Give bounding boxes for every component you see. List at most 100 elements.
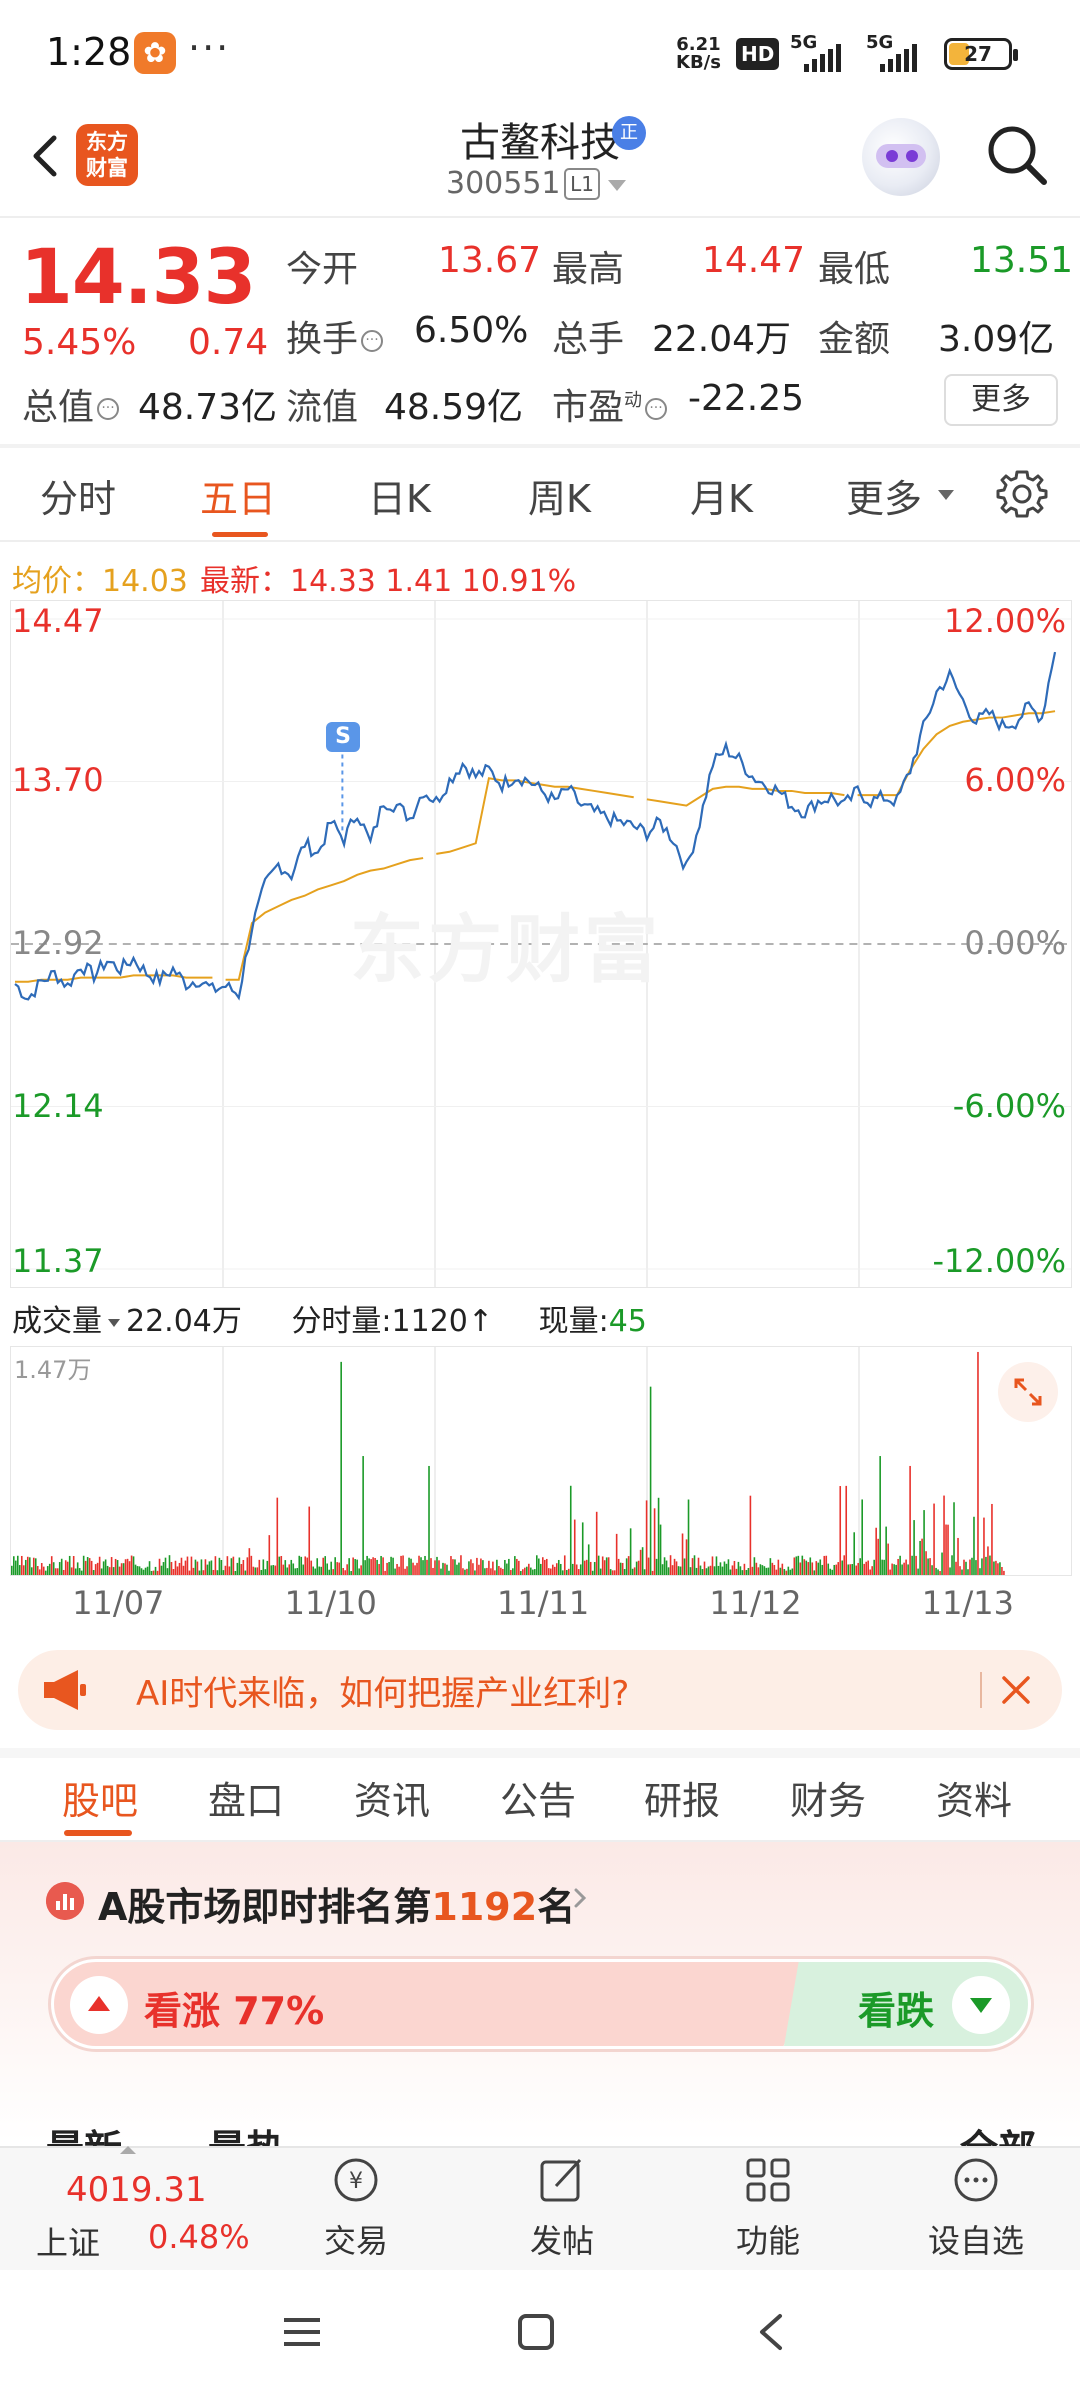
status-bar: 1:28 ✿ ··· 6.21 KB/s HD 5G 5G 27: [0, 0, 1080, 110]
volume-bar: [180, 1557, 183, 1575]
volume-bar: [124, 1559, 127, 1575]
volume-bar: [605, 1557, 608, 1575]
nav-post[interactable]: 发帖: [492, 2216, 632, 2262]
volume-bar: [619, 1562, 622, 1575]
tab-profile[interactable]: 资料: [936, 1770, 1012, 1825]
gear-icon[interactable]: [994, 466, 1050, 522]
level-badge[interactable]: L1: [564, 168, 600, 200]
volume-bar: [346, 1564, 348, 1575]
volume-bar: [567, 1568, 570, 1575]
tab-guba[interactable]: 股吧: [62, 1770, 138, 1825]
expand-icon[interactable]: [998, 1362, 1058, 1422]
change-percent: 5.45%: [22, 322, 137, 363]
index-change[interactable]: 0.48%: [148, 2218, 250, 2256]
volume-bar: [905, 1559, 907, 1575]
tab-more[interactable]: 更多: [846, 468, 922, 523]
chevron-up-icon[interactable]: [120, 2146, 136, 2154]
volume-bar: [669, 1555, 672, 1575]
close-icon[interactable]: [996, 1670, 1036, 1710]
volume-bar: [931, 1565, 933, 1575]
volume-bar: [412, 1562, 414, 1575]
market-rank[interactable]: A股市场即时排名第1192名: [98, 1876, 575, 1931]
volume-bar: [659, 1524, 662, 1575]
volume-bar: [214, 1556, 217, 1575]
volume-bar: [48, 1563, 51, 1575]
ai-assistant-avatar[interactable]: [862, 118, 940, 196]
tab-announcements[interactable]: 公告: [500, 1770, 576, 1825]
trade-icon[interactable]: ¥: [328, 2152, 384, 2208]
volume-bar: [641, 1547, 644, 1575]
vote-up-label[interactable]: 看涨 77%: [144, 1980, 324, 2035]
index-name[interactable]: 上证: [36, 2218, 100, 2264]
volume-bar: [565, 1570, 568, 1575]
chevron-right-icon[interactable]: [566, 1884, 594, 1912]
banner-text[interactable]: AI时代来临，如何把握产业红利?: [136, 1666, 629, 1715]
tab-daily-k[interactable]: 日K: [368, 468, 431, 523]
volume-bar: [981, 1558, 983, 1575]
volume-bar: [92, 1570, 95, 1575]
compose-icon[interactable]: [534, 2152, 590, 2208]
volume-bar: [512, 1568, 514, 1575]
volume-bar: [783, 1569, 786, 1575]
volume-bar: [540, 1563, 542, 1575]
chevron-down-icon[interactable]: [608, 180, 626, 191]
volume-bar: [913, 1520, 915, 1575]
tab-finance[interactable]: 财务: [790, 1770, 866, 1825]
volume-bar: [396, 1564, 398, 1575]
trade-marker[interactable]: S: [326, 722, 360, 752]
volume-bar: [532, 1569, 534, 1575]
more-icon[interactable]: [948, 2152, 1004, 2208]
volume-selector[interactable]: 成交量: [12, 1304, 126, 1339]
volume-bar: [218, 1557, 221, 1575]
tab-pankou[interactable]: 盘口: [208, 1770, 284, 1825]
volume-bar: [607, 1557, 610, 1575]
volume-bar: [492, 1561, 494, 1575]
volume-bar: [11, 1565, 13, 1575]
tab-intraday[interactable]: 分时: [40, 468, 116, 523]
grid-icon[interactable]: [740, 2152, 796, 2208]
back-nav-icon[interactable]: [752, 2310, 792, 2354]
y-axis-label-left: 14.47: [12, 602, 104, 640]
mcap-value: 48.73亿: [138, 387, 278, 428]
volume-bar: [733, 1560, 736, 1575]
nav-watchlist[interactable]: 设自选: [906, 2216, 1046, 2262]
volume-bar: [254, 1567, 257, 1575]
vote-down-label[interactable]: 看跌: [858, 1980, 934, 2035]
volume-bar: [965, 1561, 967, 1575]
volume-bar: [212, 1569, 215, 1575]
volume-bar: [959, 1566, 961, 1575]
volume-bar: [831, 1569, 834, 1575]
nav-trade[interactable]: 交易: [286, 2216, 426, 2262]
volume-bar: [799, 1562, 802, 1575]
menu-icon[interactable]: [280, 2312, 324, 2352]
tab-monthly-k[interactable]: 月K: [690, 468, 753, 523]
home-icon[interactable]: [516, 2312, 556, 2352]
volume-bar: [192, 1567, 195, 1575]
volume-bar: [637, 1560, 640, 1575]
stock-code[interactable]: 300551: [446, 166, 561, 201]
volume-bar: [773, 1564, 776, 1575]
search-icon[interactable]: [982, 120, 1052, 190]
tab-research[interactable]: 研报: [644, 1770, 720, 1825]
nav-functions[interactable]: 功能: [698, 2216, 838, 2262]
volume-bar: [955, 1561, 957, 1575]
volume-value: 22.04万: [652, 319, 792, 360]
tab-five-day[interactable]: 五日: [200, 468, 276, 523]
divider: [0, 216, 1080, 218]
volume-bar: [693, 1555, 696, 1575]
volume-bar: [983, 1517, 985, 1575]
volume-bar: [917, 1568, 919, 1575]
volume-bar: [895, 1564, 897, 1575]
tab-weekly-k[interactable]: 周K: [528, 468, 591, 523]
volume-bar: [450, 1556, 452, 1575]
chevron-down-icon[interactable]: [938, 490, 954, 500]
index-value[interactable]: 4019.31: [66, 2170, 207, 2210]
tab-news[interactable]: 资讯: [354, 1770, 430, 1825]
more-button[interactable]: 更多: [944, 374, 1058, 426]
volume-bar: [434, 1560, 436, 1575]
volume-bar: [234, 1571, 237, 1575]
volume-chart[interactable]: [10, 1346, 1072, 1576]
volume-bar: [639, 1549, 642, 1575]
volume-bar: [821, 1564, 824, 1575]
volume-bar: [44, 1570, 47, 1575]
